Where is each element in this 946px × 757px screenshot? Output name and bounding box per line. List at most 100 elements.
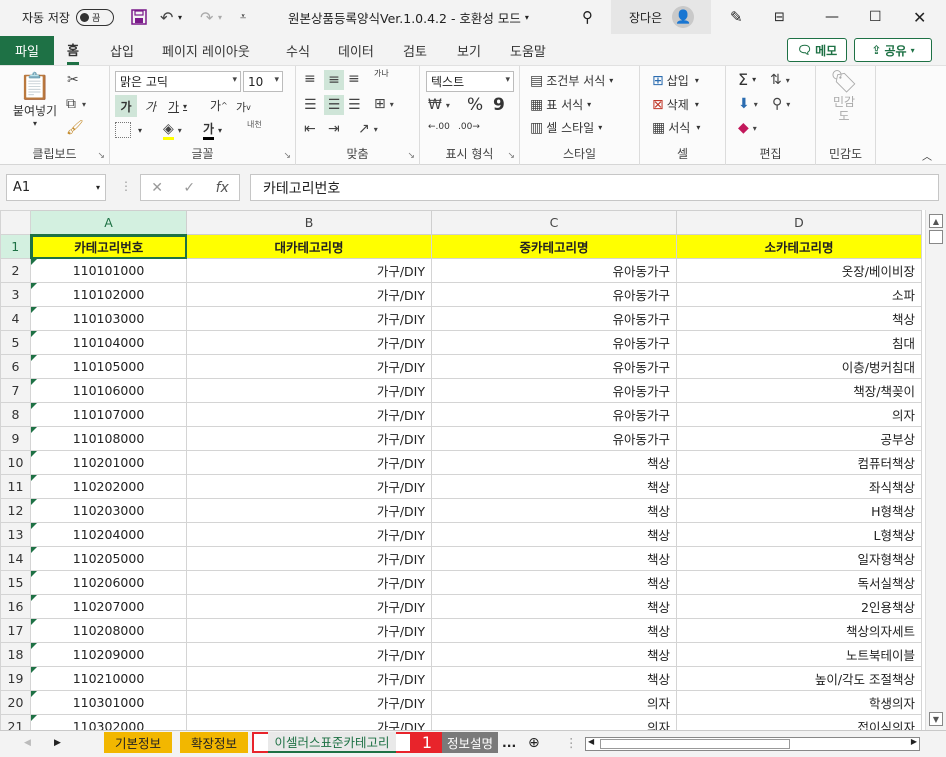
memo-button[interactable]: 🗨 메모 [787,38,847,62]
cell-category-number[interactable]: 110203000 [30,498,187,523]
column-header-d[interactable]: D [676,210,922,235]
fill-color-button[interactable]: ◈ ▾ [163,121,182,140]
header-cell-medium-category[interactable]: 중카테고리명 [431,234,677,259]
redo-dropdown-icon[interactable]: ▾ [218,0,222,34]
font-name-combo[interactable]: 맑은 고딕 ▾ [115,71,241,92]
cell-large-category[interactable]: 가구/DIY [186,306,432,331]
add-sheet-icon[interactable]: ⊕ [528,732,540,753]
cell-category-number[interactable]: 110103000 [30,306,187,331]
scroll-right-icon[interactable]: ▶ [911,737,917,746]
cell-medium-category[interactable]: 책상 [431,642,677,667]
share-button[interactable]: ⇪ 공유 ▾ [854,38,932,62]
font-size-combo[interactable]: 10 ▾ [243,71,283,92]
cell-small-category[interactable]: 의자 [676,402,922,427]
number-launcher-icon[interactable]: ↘ [507,151,515,161]
cell-category-number[interactable]: 110104000 [30,330,187,355]
cell-small-category[interactable]: 노트북테이블 [676,642,922,667]
undo-dropdown-icon[interactable]: ▾ [178,0,182,34]
cell-category-number[interactable]: 110102000 [30,282,187,307]
cell-medium-category[interactable]: 유아동가구 [431,402,677,427]
header-cell-small-category[interactable]: 소카테고리명 [676,234,922,259]
designer-pen-icon[interactable]: ✎ [730,0,743,34]
copy-icon[interactable]: ⧉ ▾ [66,96,86,112]
autosave-control[interactable]: 자동 저장 끔 [22,0,114,34]
cell-large-category[interactable]: 가구/DIY [186,378,432,403]
fill-button[interactable]: ⬇ ▾ [738,96,758,112]
search-icon[interactable]: ⚲ [582,0,593,34]
cell-medium-category[interactable]: 책상 [431,498,677,523]
align-bottom-icon[interactable]: ≡ [348,71,360,87]
tab-review[interactable]: 검토 [403,36,427,65]
cell-category-number[interactable]: 110101000 [30,258,187,283]
paste-button[interactable]: 📋 붙여넣기 ▾ [10,72,60,128]
increase-indent-icon[interactable]: ⇥ [328,121,340,137]
align-center-icon[interactable]: ☰ [324,95,344,115]
cell-medium-category[interactable]: 유아동가구 [431,330,677,355]
cell-large-category[interactable]: 가구/DIY [186,450,432,475]
font-color-button[interactable]: 가 ▾ [203,120,222,140]
cell-category-number[interactable]: 110202000 [30,474,187,499]
cell-small-category[interactable]: H형책상 [676,498,922,523]
tab-help[interactable]: 도움말 [510,36,546,65]
row-header[interactable]: 9 [0,426,31,451]
cell-category-number[interactable]: 110210000 [30,666,187,691]
borders-button[interactable]: ▾ [115,122,142,138]
maximize-icon[interactable]: ☐ [869,0,882,34]
cell-small-category[interactable]: 컴퓨터책상 [676,450,922,475]
cell-small-category[interactable]: 소파 [676,282,922,307]
tab-view[interactable]: 보기 [457,36,481,65]
row-header[interactable]: 2 [0,258,31,283]
font-launcher-icon[interactable]: ↘ [283,151,291,161]
header-cell-large-category[interactable]: 대카테고리명 [186,234,432,259]
decrease-indent-icon[interactable]: ⇤ [304,121,316,137]
clipboard-launcher-icon[interactable]: ↘ [97,151,105,161]
cell-small-category[interactable]: 좌식책상 [676,474,922,499]
cell-category-number[interactable]: 110209000 [30,642,187,667]
name-box[interactable]: A1 ▾ [6,174,106,201]
formula-bar-splitter[interactable]: ⋮ [120,179,132,193]
cell-small-category[interactable]: 침대 [676,330,922,355]
row-header[interactable]: 20 [0,690,31,715]
cell-category-number[interactable]: 110206000 [30,570,187,595]
cell-medium-category[interactable]: 책상 [431,474,677,499]
align-top-icon[interactable]: ≡ [304,71,316,87]
cell-category-number[interactable]: 110107000 [30,402,187,427]
worksheet-grid[interactable]: A B C D 1 카테고리번호 대카테고리명 중카테고리명 소카테고리명 21… [0,210,946,730]
cell-small-category[interactable]: 책상의자세트 [676,618,922,643]
select-all-corner[interactable] [0,210,31,235]
cell-medium-category[interactable]: 유아동가구 [431,354,677,379]
cell-small-category[interactable]: 일자형책상 [676,546,922,571]
cell-large-category[interactable]: 가구/DIY [186,546,432,571]
sort-filter-button[interactable]: ⇅ ▾ [770,72,790,88]
autosum-button[interactable]: Σ ▾ [738,70,756,89]
document-title[interactable]: 원본상품등록양식Ver.1.0.4.2 - 호환성 모드 ▾ [288,0,529,34]
undo-icon[interactable]: ↶ [160,0,173,34]
cell-medium-category[interactable]: 책상 [431,522,677,547]
cell-large-category[interactable]: 가구/DIY [186,618,432,643]
sheet-tab-basic-info[interactable]: 기본정보 [104,732,172,753]
row-header[interactable]: 5 [0,330,31,355]
cell-large-category[interactable]: 가구/DIY [186,474,432,499]
increase-decimal-icon[interactable]: ←.00 [428,122,450,132]
cell-large-category[interactable]: 가구/DIY [186,498,432,523]
formula-input[interactable]: 카테고리번호 [250,174,939,201]
cell-small-category[interactable]: 독서실책상 [676,570,922,595]
grow-font-button[interactable]: 가 ^ [210,97,228,114]
shrink-font-button[interactable]: 가v [236,99,251,115]
cell-small-category[interactable]: 옷장/베이비장 [676,258,922,283]
row-header[interactable]: 10 [0,450,31,475]
column-header-b[interactable]: B [186,210,432,235]
cell-category-number[interactable]: 110204000 [30,522,187,547]
format-cells-button[interactable]: ▦ 서식 ▾ [652,119,700,136]
cut-icon[interactable]: ✂ [67,72,79,88]
row-header[interactable]: 17 [0,618,31,643]
tab-insert[interactable]: 삽입 [110,36,134,65]
row-header[interactable]: 19 [0,666,31,691]
bold-button[interactable]: 가 [115,95,137,117]
cell-large-category[interactable]: 가구/DIY [186,714,432,730]
align-right-icon[interactable]: ☰ [348,97,361,113]
cell-medium-category[interactable]: 책상 [431,666,677,691]
format-painter-icon[interactable]: 🖌 [66,120,84,136]
column-header-a[interactable]: A [30,210,187,236]
row-header[interactable]: 7 [0,378,31,403]
